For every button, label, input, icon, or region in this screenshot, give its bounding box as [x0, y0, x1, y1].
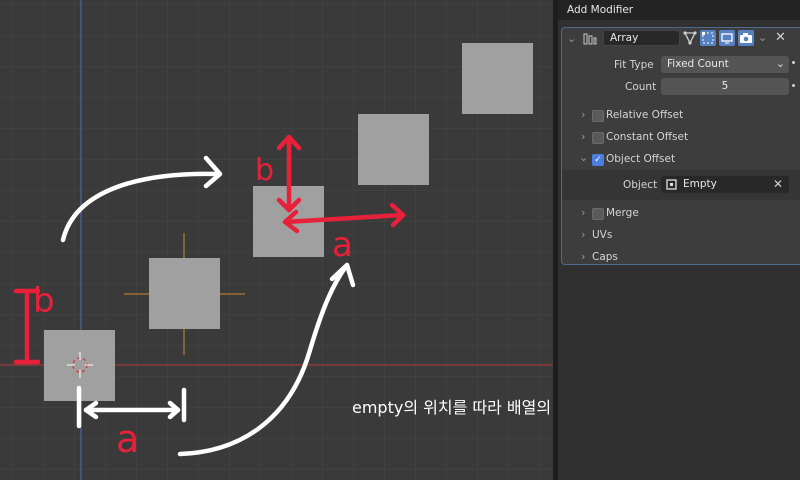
array-cube-5[interactable]	[462, 43, 533, 114]
count-field[interactable]: 5	[661, 78, 789, 95]
modifier-name-field[interactable]: Array	[603, 30, 680, 46]
object-offset-chevron-icon[interactable]: ⌄	[579, 151, 588, 164]
realtime-display-icon[interactable]	[719, 30, 735, 46]
merge-label[interactable]: Merge	[606, 207, 639, 219]
render-camera-icon[interactable]	[738, 30, 754, 46]
edit-mode-cage-icon[interactable]	[683, 31, 697, 45]
label-b-mid: b	[255, 153, 274, 188]
constant-offset-chevron-icon[interactable]: ›	[581, 130, 585, 143]
fit-type-label: Fit Type	[614, 59, 654, 71]
clear-object-icon[interactable]: ✕	[773, 177, 783, 191]
properties-panel: Add Modifier ⌄ Array ⌄ ✕ Fit Type Fixed …	[558, 0, 800, 480]
modifier-dropdown-chevron-icon[interactable]: ⌄	[758, 31, 767, 44]
caption-text: empty의 위치를 따라 배열의 모양이 변한다.	[352, 398, 558, 417]
3d-viewport[interactable]: b b a a empty의 위치를 따라 배열의 모양이 변한다.	[0, 0, 558, 480]
relative-offset-label[interactable]: Relative Offset	[606, 109, 683, 121]
label-a-bottom: a	[116, 417, 139, 461]
fit-type-chevron-icon: ⌄	[775, 57, 785, 70]
object-field[interactable]: Empty ✕	[661, 176, 789, 193]
constant-offset-label[interactable]: Constant Offset	[606, 131, 688, 143]
object-offset-checkbox[interactable]: ✓	[592, 154, 604, 166]
add-modifier-header[interactable]: Add Modifier	[558, 0, 800, 20]
edit-mode-icon[interactable]	[700, 30, 716, 46]
label-a-mid: a	[332, 225, 353, 265]
array-modifier-panel: ⌄ Array ⌄ ✕ Fit Type Fixed Count ⌄ Count…	[561, 27, 800, 265]
fit-type-dropdown[interactable]: Fixed Count ⌄	[661, 56, 789, 73]
constant-offset-checkbox[interactable]	[592, 132, 604, 144]
relative-offset-checkbox[interactable]	[592, 110, 604, 122]
merge-checkbox[interactable]	[592, 208, 604, 220]
label-b-left: b	[33, 281, 55, 321]
merge-chevron-icon[interactable]: ›	[581, 206, 585, 219]
caps-label[interactable]: Caps	[592, 251, 618, 263]
array-cube-2[interactable]	[149, 258, 220, 329]
uvs-label[interactable]: UVs	[592, 229, 612, 241]
relative-offset-chevron-icon[interactable]: ›	[581, 108, 585, 121]
object-label: Object	[623, 179, 658, 191]
fit-type-keyframe-dot[interactable]	[792, 61, 795, 64]
close-icon[interactable]: ✕	[775, 30, 786, 45]
count-keyframe-dot[interactable]	[792, 84, 795, 87]
array-cube-4[interactable]	[358, 114, 429, 185]
array-modifier-icon	[583, 33, 597, 45]
uvs-chevron-icon[interactable]: ›	[581, 228, 585, 241]
caps-chevron-icon[interactable]: ›	[581, 250, 585, 263]
object-offset-label[interactable]: Object Offset	[606, 153, 675, 165]
empty-object-icon	[666, 179, 677, 190]
add-modifier-label: Add Modifier	[567, 4, 634, 16]
count-label: Count	[625, 81, 657, 93]
collapse-chevron-icon[interactable]: ⌄	[567, 32, 576, 45]
